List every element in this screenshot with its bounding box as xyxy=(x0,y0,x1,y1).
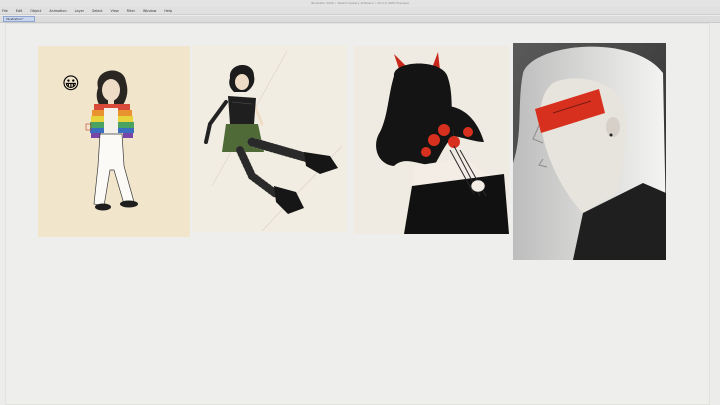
menu-file[interactable]: File xyxy=(2,7,8,15)
artwork-horned-girl-roses[interactable] xyxy=(354,46,509,234)
smiley-sticker-icon: 😀 xyxy=(62,74,80,94)
document-tab-bar: Illustration* xyxy=(0,16,720,23)
menu-window[interactable]: Window xyxy=(143,7,156,15)
menu-view[interactable]: View xyxy=(111,7,119,15)
artwork-green-skirt-kick[interactable] xyxy=(192,46,347,232)
document-tab-label: Illustration* xyxy=(6,17,24,21)
menu-help[interactable]: Help xyxy=(164,7,172,15)
artwork-rainbow-sweater[interactable]: 😀 xyxy=(38,46,190,237)
menu-layer[interactable]: Layer xyxy=(75,7,84,15)
menu-filter[interactable]: Filter xyxy=(127,7,135,15)
window-title: Illustrator 2020 • Sketch Gallery Artboa… xyxy=(310,1,410,5)
document-tab[interactable]: Illustration* xyxy=(3,16,35,22)
artwork-red-blindfold-profile[interactable] xyxy=(513,43,666,260)
menu-select[interactable]: Select xyxy=(92,7,102,15)
menu-edit[interactable]: Edit xyxy=(16,7,23,15)
menu-object[interactable]: Object xyxy=(30,7,41,15)
menu-bar: File Edit Object Animation Layer Select … xyxy=(0,7,720,15)
menu-animation[interactable]: Animation xyxy=(49,7,66,15)
